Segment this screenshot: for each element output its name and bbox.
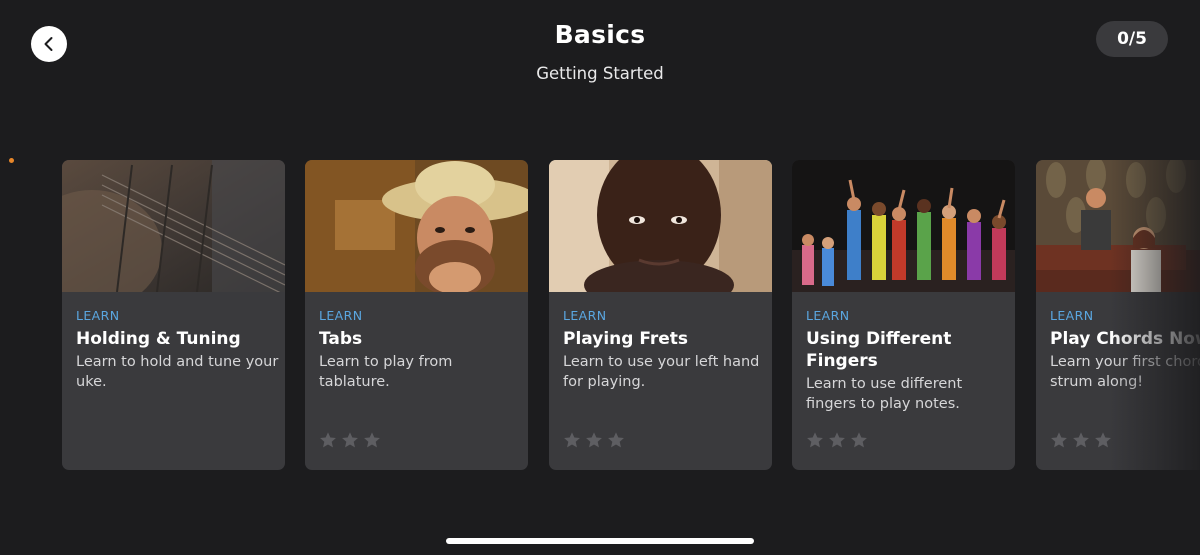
lesson-tag: LEARN bbox=[1050, 308, 1094, 323]
lesson-title: Using Different Fingers bbox=[806, 329, 952, 371]
lesson-tag: LEARN bbox=[806, 308, 850, 323]
star-icon bbox=[586, 432, 602, 448]
star-icon bbox=[1051, 432, 1067, 448]
star-icon bbox=[342, 432, 358, 448]
lesson-carousel[interactable]: LEARN Holding & Tuning Learn to hold and… bbox=[62, 160, 1200, 470]
star-icon bbox=[807, 432, 823, 448]
lesson-description: Learn to play from tablature. bbox=[319, 354, 453, 390]
lesson-tag: LEARN bbox=[563, 308, 607, 323]
lesson-thumbnail bbox=[62, 160, 285, 292]
lesson-thumbnail bbox=[1036, 160, 1200, 292]
lesson-description: Learn to use your left hand for playing. bbox=[563, 354, 760, 390]
lesson-thumbnail bbox=[549, 160, 772, 292]
lesson-tag: LEARN bbox=[76, 308, 120, 323]
lesson-title: Play Chords Now bbox=[1050, 329, 1200, 349]
lesson-description: Learn to use different fingers to play n… bbox=[806, 376, 963, 412]
progress-badge: 0/5 bbox=[1096, 21, 1168, 57]
lesson-title: Playing Frets bbox=[563, 329, 689, 349]
star-icon bbox=[1095, 432, 1111, 448]
lesson-title: Tabs bbox=[319, 329, 363, 349]
star-icon bbox=[608, 432, 624, 448]
rating-stars bbox=[563, 431, 625, 449]
lesson-title: Holding & Tuning bbox=[76, 329, 241, 349]
lesson-card-tabs[interactable]: LEARN Tabs Learn to play from tablature. bbox=[305, 160, 528, 470]
rating-stars bbox=[806, 431, 868, 449]
star-icon bbox=[320, 432, 336, 448]
home-indicator[interactable] bbox=[446, 538, 754, 544]
page-subtitle: Getting Started bbox=[536, 64, 664, 83]
lesson-description: Learn to hold and tune your uke. bbox=[76, 354, 279, 390]
lesson-card-holding-tuning[interactable]: LEARN Holding & Tuning Learn to hold and… bbox=[62, 160, 285, 470]
indicator-dot bbox=[9, 158, 14, 163]
star-icon bbox=[851, 432, 867, 448]
rating-stars bbox=[1050, 431, 1112, 449]
star-icon bbox=[829, 432, 845, 448]
rating-stars bbox=[319, 431, 381, 449]
star-icon bbox=[1073, 432, 1089, 448]
lesson-tag: LEARN bbox=[319, 308, 363, 323]
lesson-card-using-different-fingers[interactable]: LEARN Using Different Fingers Learn to u… bbox=[792, 160, 1015, 470]
star-icon bbox=[364, 432, 380, 448]
lesson-thumbnail bbox=[305, 160, 528, 292]
lesson-card-playing-frets[interactable]: LEARN Playing Frets Learn to use your le… bbox=[549, 160, 772, 470]
lesson-description: Learn your first chords and strum along! bbox=[1050, 354, 1200, 390]
star-icon bbox=[564, 432, 580, 448]
page-title: Basics bbox=[554, 20, 646, 49]
lesson-thumbnail bbox=[792, 160, 1015, 292]
lesson-card-play-chords-now[interactable]: LEARN Play Chords Now Learn your first c… bbox=[1036, 160, 1200, 470]
